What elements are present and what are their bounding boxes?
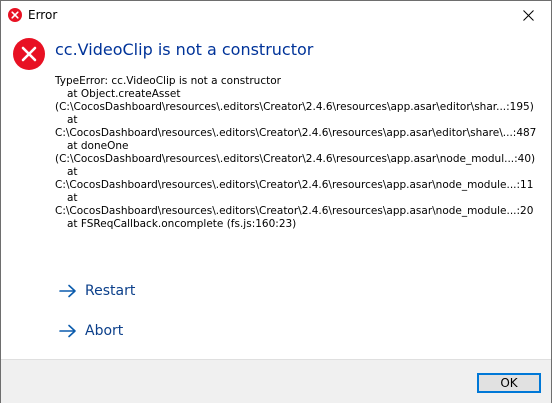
dialog-footer: OK (1, 359, 551, 403)
main-instruction: cc.VideoClip is not a constructor (55, 40, 314, 59)
error-dialog: Error cc.VideoClip is not a constructor … (0, 0, 552, 403)
detail-line: (C:\CocosDashboard\resources\.editors\Cr… (55, 101, 534, 113)
title-bar: Error (1, 1, 551, 30)
abort-command-link[interactable]: Abort (59, 322, 123, 340)
restart-label: Restart (85, 283, 136, 299)
ok-button[interactable]: OK (477, 373, 541, 393)
abort-label: Abort (85, 323, 124, 339)
detail-line: at (67, 166, 78, 178)
window-title: Error (28, 8, 58, 22)
arrow-right-icon (59, 324, 76, 338)
error-detail: TypeError: cc.VideoClip is not a constru… (55, 75, 545, 231)
detail-line: at Object.createAsset (67, 88, 181, 100)
detail-line: at FSReqCallback.oncomplete (fs.js:160:2… (67, 218, 297, 230)
detail-line: C:\CocosDashboard\resources\.editors\Cre… (55, 179, 534, 191)
restart-command-link[interactable]: Restart (59, 282, 135, 300)
detail-line: at doneOne (67, 140, 129, 152)
dialog-content: cc.VideoClip is not a constructor TypeEr… (1, 30, 551, 359)
close-icon (523, 10, 534, 21)
detail-line: at (67, 114, 78, 126)
detail-line: C:\CocosDashboard\resources\.editors\Cre… (55, 205, 534, 217)
detail-line: (C:\CocosDashboard\resources\.editors\Cr… (55, 153, 536, 165)
detail-line: TypeError: cc.VideoClip is not a constru… (55, 75, 281, 87)
arrow-right-icon (59, 284, 76, 298)
detail-line: at (67, 192, 78, 204)
error-icon (8, 8, 22, 22)
close-button[interactable] (505, 1, 551, 30)
detail-line: C:\CocosDashboard\resources\.editors\Cre… (55, 127, 537, 139)
error-icon (13, 38, 45, 70)
